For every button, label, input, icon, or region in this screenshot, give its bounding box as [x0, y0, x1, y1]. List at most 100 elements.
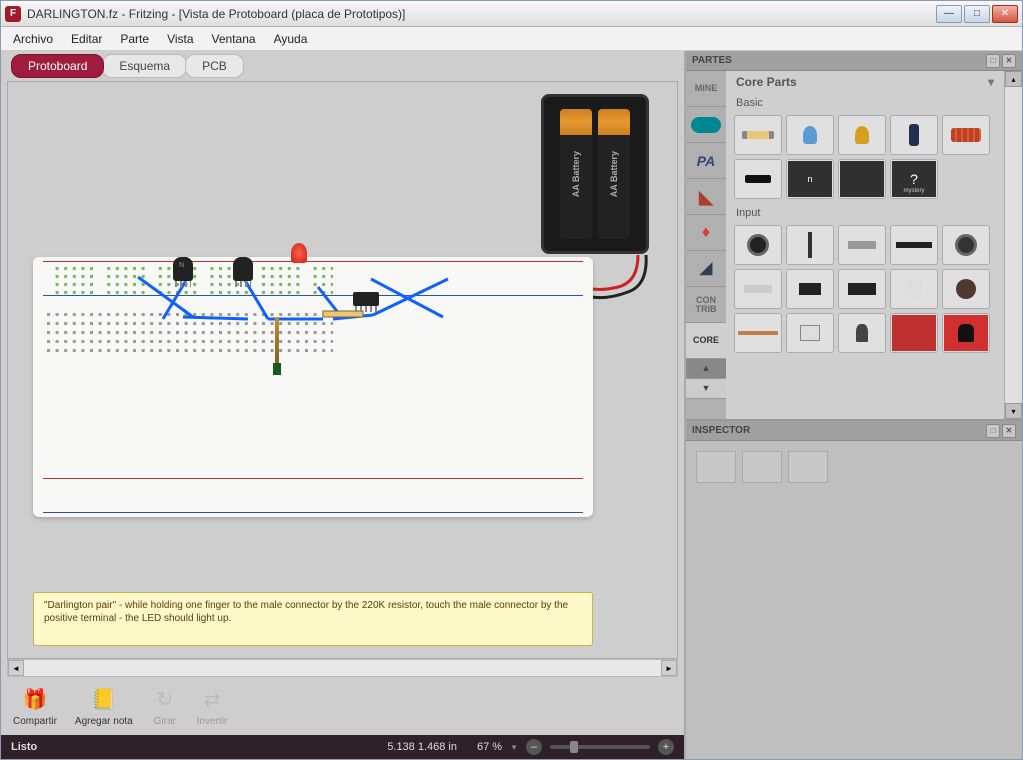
tab-protoboard[interactable]: Protoboard	[11, 54, 104, 78]
flip-icon: ⇄	[198, 686, 226, 714]
girar-button[interactable]: ↻ Girar	[151, 686, 179, 727]
bin-mine[interactable]: MINE	[686, 71, 726, 107]
part-mystery[interactable]: ?mystery	[890, 159, 938, 199]
canvas[interactable]: AA Battery AA Battery	[7, 81, 678, 659]
menu-editar[interactable]: Editar	[71, 32, 102, 46]
part-slide-switch[interactable]	[838, 225, 886, 265]
bin-animal1[interactable]: ◣	[686, 179, 726, 215]
zoom-slider[interactable]	[550, 745, 650, 749]
status-text: Listo	[11, 741, 387, 753]
part-redboard1[interactable]	[890, 313, 938, 353]
inspector-preview-2	[742, 451, 782, 483]
part-header[interactable]	[890, 225, 938, 265]
bin-contrib[interactable]: CON TRIB	[686, 287, 726, 323]
scroll-left-button[interactable]: ◄	[8, 660, 24, 676]
compartir-label: Compartir	[13, 716, 57, 727]
scroll-right-button[interactable]: ►	[661, 660, 677, 676]
part-tilt[interactable]	[890, 269, 938, 309]
bin-title: Core Parts	[736, 75, 797, 89]
inspector-title: INSPECTOR	[692, 425, 750, 436]
part-connector[interactable]	[734, 269, 782, 309]
minimize-button[interactable]: —	[936, 5, 962, 23]
inspector-close-button[interactable]: ✕	[1002, 424, 1016, 438]
menu-parte[interactable]: Parte	[120, 32, 149, 46]
gift-icon: 🎁	[21, 686, 49, 714]
part-photocell[interactable]	[942, 269, 990, 309]
part-switch2[interactable]	[838, 269, 886, 309]
part-pushbutton[interactable]	[786, 269, 834, 309]
inspector-preview-1	[696, 451, 736, 483]
status-coords: 5.138 1.468 in	[387, 741, 457, 753]
app-icon: F	[5, 6, 21, 22]
part-thermistor[interactable]	[838, 313, 886, 353]
part-encoder[interactable]	[734, 225, 782, 265]
part-strip[interactable]	[734, 313, 782, 353]
invertir-button[interactable]: ⇄ Invertir	[197, 686, 228, 727]
part-potentiometer[interactable]	[942, 225, 990, 265]
silhouette-icon-1: ◣	[699, 188, 713, 206]
partes-undock-button[interactable]: □	[986, 54, 1000, 68]
tab-pcb[interactable]: PCB	[185, 54, 244, 78]
horizontal-scrollbar[interactable]: ◄ ►	[7, 659, 678, 677]
view-tabs: Protoboard Esquema PCB	[1, 51, 684, 81]
bin-up-button[interactable]: ▲	[686, 359, 726, 379]
partes-title: PARTES	[692, 55, 732, 66]
inspector-preview-3	[788, 451, 828, 483]
bin-core[interactable]: CORE	[686, 323, 726, 359]
bottom-toolbar: 🎁 Compartir 📒 Agregar nota ↻ Girar ⇄ Inv…	[1, 677, 684, 735]
zoom-dropdown-icon[interactable]: ▼	[510, 743, 518, 752]
partes-header: PARTES □ ✕	[686, 51, 1022, 71]
part-ic-generic[interactable]	[838, 159, 886, 199]
menu-archivo[interactable]: Archivo	[13, 32, 53, 46]
arduino-icon	[691, 117, 721, 133]
part-diode[interactable]	[734, 159, 782, 199]
battery-1-label: AA Battery	[571, 151, 581, 197]
rotate-icon: ↻	[151, 686, 179, 714]
left-pane: Protoboard Esquema PCB AA Battery AA Bat…	[1, 51, 686, 759]
bin-down-button[interactable]: ▼	[686, 379, 726, 399]
zoom-in-button[interactable]: +	[658, 739, 674, 755]
menu-ventana[interactable]: Ventana	[212, 32, 256, 46]
bin-animal3[interactable]: ◢	[686, 251, 726, 287]
part-lm35[interactable]	[942, 313, 990, 353]
part-inductor[interactable]	[942, 115, 990, 155]
basic-grid: n ?mystery	[726, 111, 1004, 203]
tab-esquema[interactable]: Esquema	[102, 54, 187, 78]
parts-scrollbar[interactable]: ▴ ▾	[1004, 71, 1022, 419]
maximize-button[interactable]: □	[964, 5, 990, 23]
bin-animal2[interactable]: ♦	[686, 215, 726, 251]
part-capacitor-tantalum[interactable]	[838, 115, 886, 155]
inspector-panel: INSPECTOR □ ✕	[686, 419, 1022, 759]
part-toggle[interactable]	[786, 225, 834, 265]
menu-ayuda[interactable]: Ayuda	[274, 32, 308, 46]
part-capacitor-ceramic[interactable]	[786, 115, 834, 155]
bin-pa[interactable]: PA	[686, 143, 726, 179]
input-grid	[726, 221, 1004, 357]
note-text: "Darlington pair" - while holding one fi…	[44, 600, 568, 624]
menu-vista[interactable]: Vista	[167, 32, 193, 46]
parts-scroll-up[interactable]: ▴	[1005, 71, 1022, 87]
window-title: DARLINGTON.fz - Fritzing - [Vista de Pro…	[27, 7, 936, 21]
note[interactable]: "Darlington pair" - while holding one fi…	[33, 592, 593, 646]
bin-arduino[interactable]	[686, 107, 726, 143]
zoom-out-button[interactable]: –	[526, 739, 542, 755]
pa-icon: PA	[697, 154, 715, 168]
agregar-nota-button[interactable]: 📒 Agregar nota	[75, 686, 133, 727]
partes-close-button[interactable]: ✕	[1002, 54, 1016, 68]
part-transistor[interactable]: n	[786, 159, 834, 199]
invertir-label: Invertir	[197, 716, 228, 727]
compartir-button[interactable]: 🎁 Compartir	[13, 686, 57, 727]
part-capacitor-electrolytic[interactable]	[890, 115, 938, 155]
close-button[interactable]: ✕	[992, 5, 1018, 23]
battery-holder[interactable]: AA Battery AA Battery	[541, 94, 649, 254]
battery-2: AA Battery	[598, 109, 630, 239]
partes-body: MINE PA ◣ ♦ ◢ CON TRIB CORE ▲ ▼ Core Par…	[686, 71, 1022, 419]
part-resistor[interactable]	[734, 115, 782, 155]
inspector-body	[686, 441, 1022, 493]
blob-icon-2: ◢	[700, 261, 712, 277]
inspector-undock-button[interactable]: □	[986, 424, 1000, 438]
bin-menu-icon[interactable]: ▾	[988, 75, 994, 89]
part-battery[interactable]	[786, 313, 834, 353]
parts-scroll-track[interactable]	[1005, 87, 1022, 403]
parts-scroll-down[interactable]: ▾	[1005, 403, 1022, 419]
